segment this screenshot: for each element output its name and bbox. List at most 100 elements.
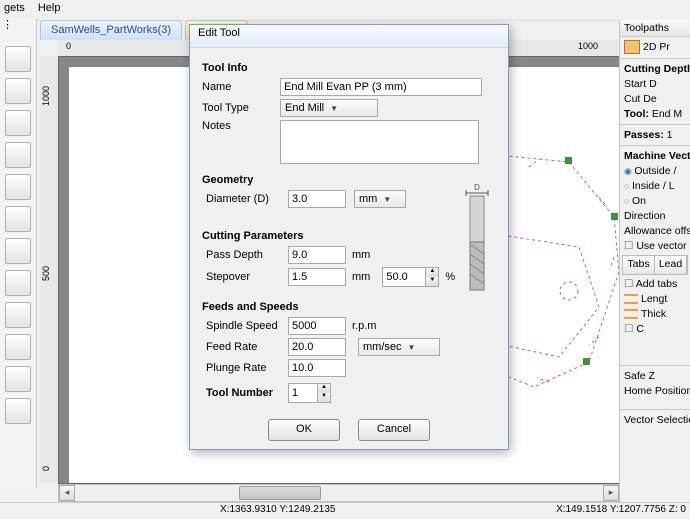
ruler-v-tick: 0: [41, 466, 51, 471]
tool-button-7[interactable]: [5, 238, 31, 264]
status-coords-right: X:149.1518 Y:1207.7756 Z: 0: [556, 504, 686, 515]
menu-bar: gets Help: [0, 0, 690, 21]
dialog-title: Edit Tool: [190, 25, 508, 48]
plunge-rate-label: Plunge Rate: [202, 362, 288, 374]
panel-tabs: Tabs Lead: [622, 255, 688, 275]
pass-depth-unit: mm: [352, 249, 370, 261]
thickness-icon: [624, 309, 638, 319]
tab-file[interactable]: SamWells_PartWorks(3): [40, 20, 182, 40]
tool-button-4[interactable]: [5, 142, 31, 168]
profile-2d-button[interactable]: 2D Pr: [624, 40, 686, 54]
spin-up-icon[interactable]: ▲: [317, 384, 330, 393]
stepover-percent-spin[interactable]: ▲▼: [382, 267, 439, 287]
ruler-v-tick: 1000: [41, 86, 51, 106]
tool-number-label: Tool Number: [202, 387, 288, 399]
spindle-speed-unit: r.p.m: [352, 320, 376, 332]
tool-type-label: Tool Type: [202, 102, 280, 114]
tool-row: Tool: End M: [624, 108, 686, 120]
panel-tab-tabs[interactable]: Tabs: [623, 256, 655, 274]
check-use-vector[interactable]: Use vector s: [624, 240, 686, 252]
chevron-down-icon: ▼: [383, 195, 391, 204]
ruler-h-tick: 0: [66, 41, 71, 51]
plunge-rate-input[interactable]: [288, 359, 346, 377]
safe-z-label: Safe Z: [624, 370, 686, 382]
tool-number-input[interactable]: [289, 384, 317, 402]
edit-tool-dialog: Edit Tool Tool Info Name Tool Type End M…: [189, 24, 509, 450]
cancel-button[interactable]: Cancel: [358, 419, 430, 441]
allowance-label: Allowance offse: [624, 225, 686, 237]
chevron-down-icon: ▼: [408, 343, 416, 352]
tool-button-3[interactable]: [5, 110, 31, 136]
horizontal-scrollbar[interactable]: ◂ ▸: [58, 484, 620, 502]
start-depth-label: Start D: [624, 78, 686, 90]
status-coords-left: X:1363.9310 Y:1249.2135: [220, 504, 335, 515]
spin-up-icon[interactable]: ▲: [425, 268, 438, 277]
left-toolbar: ⋮: [0, 18, 37, 488]
stepover-input[interactable]: [288, 268, 346, 286]
pass-depth-input[interactable]: [288, 246, 346, 264]
status-bar: X:1363.9310 Y:1249.2135 X:149.1518 Y:120…: [0, 502, 690, 519]
feed-unit-combo[interactable]: mm/sec▼: [358, 338, 440, 356]
geometry-heading: Geometry: [202, 174, 496, 186]
tool-button-1[interactable]: [5, 46, 31, 72]
profile-icon: [624, 40, 640, 54]
menu-item-gets[interactable]: gets: [4, 2, 25, 14]
tool-button-9[interactable]: [5, 302, 31, 328]
cut-depth-label: Cut De: [624, 93, 686, 105]
radio-outside[interactable]: Outside /: [624, 165, 686, 177]
tool-button-5[interactable]: [5, 174, 31, 200]
machine-vectors-label: Machine Vect: [624, 150, 686, 162]
check-c[interactable]: C: [624, 323, 686, 335]
feeds-speeds-heading: Feeds and Speeds: [202, 301, 496, 313]
spindle-speed-label: Spindle Speed: [202, 320, 288, 332]
tool-button-12[interactable]: [5, 398, 31, 424]
spin-down-icon[interactable]: ▼: [425, 277, 438, 286]
stepover-label: Stepover: [202, 271, 288, 283]
toolpaths-panel: Toolpaths 2D Pr Cutting Depth Start D Cu…: [619, 20, 690, 500]
diameter-unit-combo[interactable]: mm▼: [354, 190, 406, 208]
name-input[interactable]: [280, 78, 482, 96]
check-add-tabs[interactable]: Add tabs: [624, 278, 686, 290]
tool-button-2[interactable]: [5, 78, 31, 104]
vector-selection-label: Vector Selection: [624, 414, 686, 426]
stepover-percent-input[interactable]: [383, 268, 425, 286]
radio-on[interactable]: On: [624, 195, 686, 207]
scroll-right-arrow-icon[interactable]: ▸: [603, 485, 619, 501]
dim-d-label: D: [474, 183, 480, 192]
tool-number-spin[interactable]: ▲▼: [288, 383, 331, 403]
spin-down-icon[interactable]: ▼: [317, 393, 330, 402]
notes-label: Notes: [202, 120, 280, 132]
spindle-speed-input[interactable]: [288, 317, 346, 335]
diameter-label: Diameter (D): [202, 193, 288, 205]
feed-rate-input[interactable]: [288, 338, 346, 356]
length-icon: [624, 294, 638, 304]
toolpaths-header: Toolpaths: [620, 20, 690, 37]
diameter-input[interactable]: [288, 190, 346, 208]
radio-inside[interactable]: Inside / L: [624, 180, 686, 192]
tool-button-8[interactable]: [5, 270, 31, 296]
endmill-image: D: [460, 182, 494, 294]
stepover-unit: mm: [352, 271, 370, 283]
panel-tab-leads[interactable]: Lead: [655, 256, 687, 274]
tool-button-11[interactable]: [5, 366, 31, 392]
tab-thickness-row: Thick: [624, 308, 686, 320]
notes-input[interactable]: [280, 120, 479, 164]
tool-button-6[interactable]: [5, 206, 31, 232]
pass-depth-label: Pass Depth: [202, 249, 288, 261]
menu-item-help[interactable]: Help: [38, 2, 61, 14]
ruler-v-tick: 500: [41, 266, 51, 281]
tool-type-value: End Mill: [285, 102, 324, 114]
feed-rate-label: Feed Rate: [202, 341, 288, 353]
name-label: Name: [202, 81, 280, 93]
tool-button-10[interactable]: [5, 334, 31, 360]
cutting-depths-label: Cutting Depth: [624, 63, 686, 75]
stepover-percent-unit: %: [445, 271, 455, 283]
scroll-thumb[interactable]: [239, 486, 321, 500]
scroll-left-arrow-icon[interactable]: ◂: [59, 485, 75, 501]
ok-button[interactable]: OK: [268, 419, 340, 441]
left-toolbar-handle: ⋮: [2, 18, 32, 31]
home-position-label: Home Position: [624, 385, 686, 397]
ruler-h-tick: 1000: [578, 41, 598, 51]
passes-row: Passes: 1: [624, 129, 686, 141]
tool-type-combo[interactable]: End Mill ▼: [280, 99, 378, 117]
